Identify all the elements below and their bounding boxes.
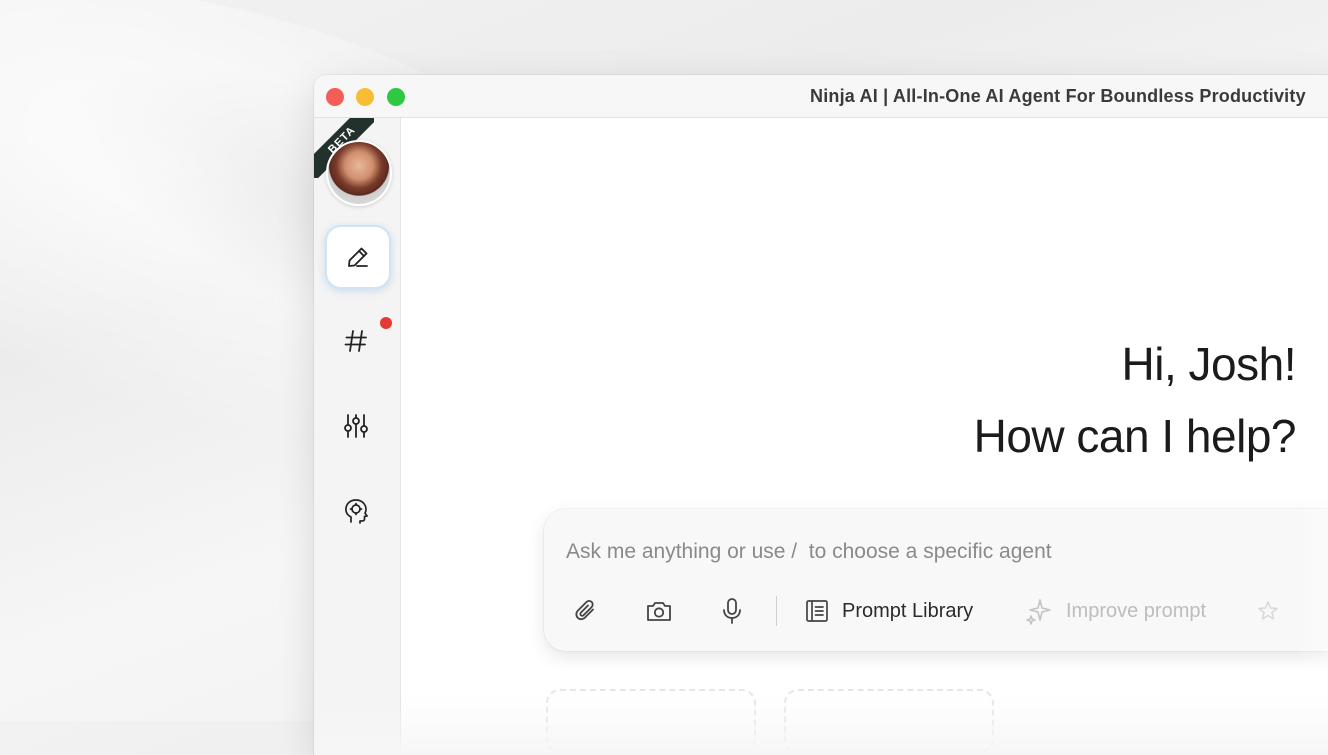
notification-dot [380, 317, 392, 329]
prompt-library-button[interactable]: Prompt Library [804, 595, 973, 627]
brain-head-icon [345, 499, 368, 524]
microphone-button[interactable] [720, 595, 744, 627]
greeting-line-1: Hi, Josh! [1121, 338, 1297, 390]
star-icon [1258, 601, 1278, 620]
settings-button[interactable] [325, 396, 387, 456]
sliders-icon [344, 414, 368, 438]
close-window-button[interactable] [326, 88, 344, 106]
sidebar: BETA [314, 118, 401, 755]
model-selector-button[interactable] [1256, 595, 1280, 627]
chat-composer: Prompt Library Improve prompt [544, 509, 1328, 651]
paperclip-icon [575, 599, 594, 621]
suggestion-card[interactable] [546, 689, 756, 753]
microphone-icon [723, 598, 741, 624]
assistant-avatar[interactable] [326, 140, 392, 206]
camera-button[interactable] [644, 595, 674, 627]
minimize-window-button[interactable] [356, 88, 374, 106]
library-icon [806, 600, 828, 622]
window-title: Ninja AI | All-In-One AI Agent For Bound… [810, 86, 1306, 106]
pencil-icon [348, 247, 368, 267]
right-edge-fade [1294, 118, 1328, 755]
improve-prompt-button[interactable]: Improve prompt [1024, 595, 1206, 627]
hash-icon [344, 330, 367, 352]
camera-icon [647, 602, 671, 621]
improve-prompt-label: Improve prompt [1066, 599, 1207, 622]
new-chat-button[interactable] [325, 225, 391, 289]
title-bar: Ninja AI | All-In-One AI Agent For Bound… [314, 75, 1328, 118]
maximize-window-button[interactable] [387, 88, 405, 106]
prompt-library-label: Prompt Library [842, 599, 974, 622]
app-window: Ninja AI | All-In-One AI Agent For Bound… [314, 75, 1328, 755]
agents-button[interactable] [325, 481, 387, 541]
attach-button[interactable] [572, 595, 600, 627]
toolbar-divider [776, 596, 777, 626]
message-input[interactable] [564, 531, 1328, 573]
sparkle-icon [1026, 599, 1051, 625]
suggestion-card[interactable] [784, 689, 994, 753]
channels-button[interactable] [325, 311, 392, 371]
greeting-line-2: How can I help? [973, 410, 1297, 462]
